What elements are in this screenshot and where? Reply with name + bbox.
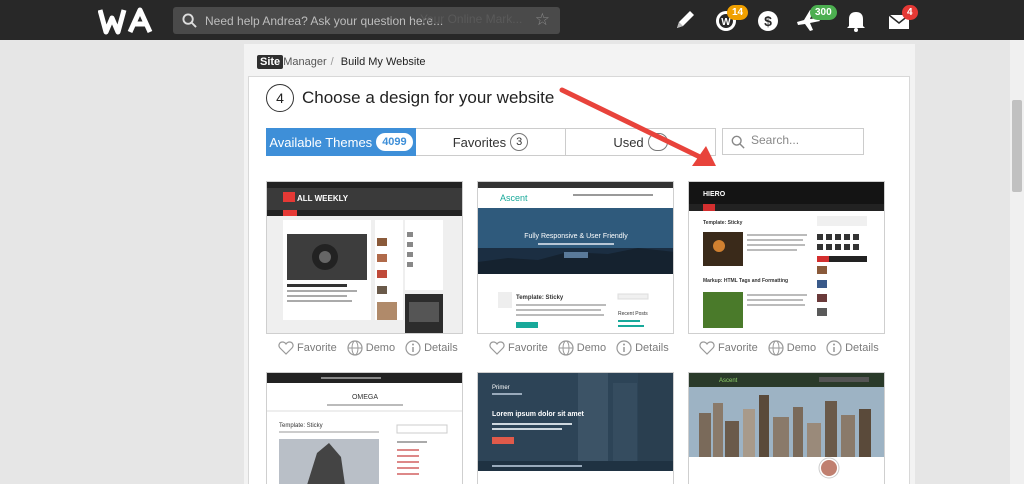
theme-thumbnail-hiero[interactable]: HIERO Template: Sticky Markup: HTML Tags… — [688, 181, 885, 334]
demo-label: Demo — [576, 342, 607, 354]
demo-action[interactable]: Demo — [768, 340, 816, 356]
favorite-label: Favorite — [718, 342, 758, 354]
tab-count: 4099 — [376, 133, 413, 151]
search-icon — [182, 13, 197, 28]
post-title: Template: Sticky — [703, 220, 743, 226]
info-icon — [405, 340, 421, 356]
step-title: Choose a design for your website — [302, 88, 555, 107]
favorite-action[interactable]: Favorite — [699, 340, 758, 356]
wa-logo[interactable] — [98, 6, 160, 36]
theme-brand: Primer — [492, 385, 510, 391]
details-label: Details — [635, 342, 669, 354]
theme-thumbnail-ascent-city[interactable]: Ascent — [688, 372, 885, 484]
scrollbar-thumb[interactable] — [1012, 100, 1022, 192]
theme-preview: OMEGA Template: Sticky — [267, 373, 462, 484]
step-number: 4 — [266, 84, 294, 112]
details-label: Details — [424, 342, 458, 354]
breadcrumb-separator: / — [330, 56, 334, 68]
tab-label: Available Themes — [269, 134, 373, 150]
favorite-label: Favorite — [508, 342, 548, 354]
theme-thumbnail-allweekly[interactable]: ALL WEEKLY — [266, 181, 463, 334]
star-icon[interactable]: ☆ — [535, 10, 550, 30]
theme-thumbnail-omega[interactable]: OMEGA Template: Sticky — [266, 372, 463, 484]
demo-label: Demo — [786, 342, 817, 354]
annotation-arrow — [559, 87, 716, 166]
pencil-icon[interactable] — [671, 7, 699, 33]
details-label: Details — [845, 342, 879, 354]
theme-actions: Favorite Demo Details — [278, 340, 468, 356]
demo-action[interactable]: Demo — [558, 340, 606, 356]
heart-icon — [489, 341, 505, 355]
globe-icon — [768, 340, 784, 356]
bell-icon[interactable] — [842, 7, 870, 33]
details-action[interactable]: Details — [616, 340, 669, 356]
theme-preview: HIERO Template: Sticky Markup: HTML Tags… — [689, 182, 884, 333]
credits-badge: 14 — [727, 5, 749, 20]
svg-text:$: $ — [764, 13, 772, 29]
theme-preview: ALL WEEKLY — [267, 182, 462, 333]
hero-title: Lorem ipsum dolor sit amet — [492, 411, 584, 418]
theme-thumbnail-ascent[interactable]: Ascent Fully Responsive & User Friendly … — [477, 181, 674, 334]
globe-icon — [347, 340, 363, 356]
theme-brand: ALL WEEKLY — [297, 194, 349, 203]
tab-label: Favorites — [452, 134, 507, 150]
globe-icon — [558, 340, 574, 356]
theme-preview: Ascent Fully Responsive & User Friendly … — [478, 182, 673, 333]
theme-brand: Ascent — [500, 193, 528, 203]
post-title: Template: Sticky — [516, 295, 564, 301]
post-title-2: Markup: HTML Tags and Formatting — [703, 278, 788, 284]
hero-title: Fully Responsive & User Friendly — [524, 233, 628, 240]
theme-actions: Favorite Demo Details — [699, 340, 889, 356]
favorite-label: Favorite — [297, 342, 337, 354]
favorite-action[interactable]: Favorite — [278, 340, 337, 356]
mail-badge: 4 — [902, 5, 918, 20]
tab-count: 3 — [510, 133, 529, 151]
breadcrumb-current: Build My Website — [340, 56, 426, 68]
details-action[interactable]: Details — [826, 340, 879, 356]
theme-brand: HIERO — [703, 191, 726, 198]
post-title: Template: Sticky — [279, 423, 323, 429]
dollar-icon[interactable]: $ — [754, 7, 782, 33]
theme-search-input[interactable] — [751, 133, 859, 147]
breadcrumb: Site Manager / Build My Website — [257, 55, 426, 69]
airplane-badge: 300 — [810, 5, 837, 20]
theme-search-box[interactable] — [722, 128, 864, 155]
info-icon — [616, 340, 632, 356]
demo-action[interactable]: Demo — [347, 340, 395, 356]
theme-preview: Ascent — [689, 373, 884, 484]
theme-preview: Primer Lorem ipsum dolor sit amet — [478, 373, 673, 484]
search-icon — [731, 135, 745, 149]
details-action[interactable]: Details — [405, 340, 458, 356]
favorite-action[interactable]: Favorite — [489, 340, 548, 356]
heart-icon — [699, 341, 715, 355]
tab-favorites[interactable]: Favorites 3 — [416, 128, 566, 156]
theme-thumbnail-primer[interactable]: Primer Lorem ipsum dolor sit amet — [477, 372, 674, 484]
theme-brand: Ascent — [719, 378, 738, 384]
demo-label: Demo — [365, 342, 396, 354]
tab-available-themes[interactable]: Available Themes 4099 — [266, 128, 416, 156]
breadcrumb-manager[interactable]: Manager — [283, 56, 326, 68]
ghost-page-title: ...Your Online Mark... — [410, 12, 523, 26]
info-icon — [826, 340, 842, 356]
breadcrumb-site[interactable]: Site — [257, 55, 284, 69]
theme-brand: OMEGA — [352, 394, 378, 401]
sidebar-title: Recent Posts — [618, 311, 648, 317]
theme-actions: Favorite Demo Details — [489, 340, 679, 356]
heart-icon — [278, 341, 294, 355]
